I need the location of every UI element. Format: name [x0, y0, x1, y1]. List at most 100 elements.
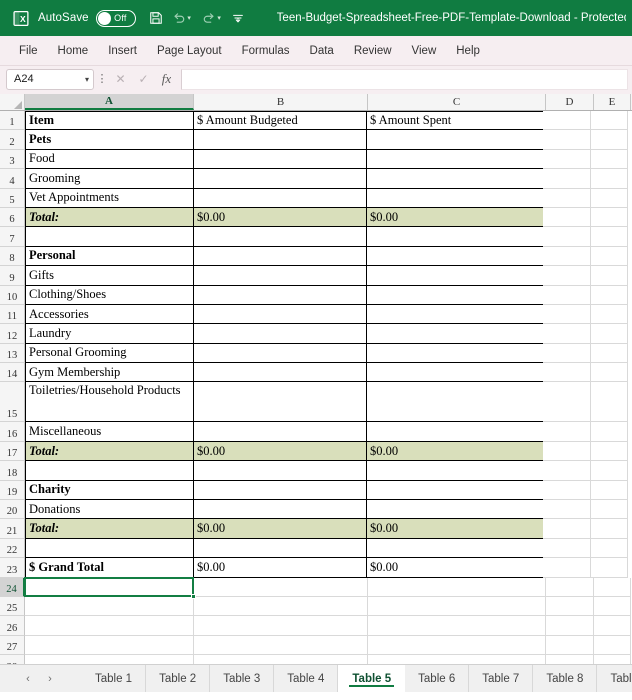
cell-A23[interactable]: $ Grand Total — [25, 558, 194, 578]
cell-E14[interactable] — [591, 363, 628, 383]
cell-E23[interactable] — [591, 558, 628, 578]
cell-A3[interactable]: Food — [25, 149, 194, 170]
row-header-15[interactable]: 15 — [0, 382, 25, 423]
next-sheet-icon[interactable]: › — [40, 669, 60, 689]
cell-D10[interactable] — [543, 285, 591, 305]
cell-E20[interactable] — [591, 500, 628, 520]
cancel-entry-icon[interactable]: ✕ — [110, 69, 131, 90]
cell-B28[interactable] — [194, 655, 368, 664]
cell-A19[interactable]: Charity — [25, 480, 194, 501]
cell-E7[interactable] — [591, 227, 628, 247]
row-header-19[interactable]: 19 — [0, 480, 25, 501]
cell-B20[interactable] — [193, 500, 367, 520]
cell-D12[interactable] — [543, 324, 591, 344]
row-header-9[interactable]: 9 — [0, 266, 25, 286]
row-header-14[interactable]: 14 — [0, 363, 25, 383]
autosave-toggle[interactable]: Off — [95, 9, 136, 27]
row-header-21[interactable]: 21 — [0, 519, 25, 539]
cell-E6[interactable] — [591, 207, 628, 228]
cell-A17[interactable]: Total: — [25, 441, 194, 462]
ribbon-tab-home[interactable]: Home — [49, 41, 98, 61]
cell-E9[interactable] — [591, 266, 628, 286]
ribbon-tab-formulas[interactable]: Formulas — [233, 41, 299, 61]
confirm-entry-icon[interactable]: ✓ — [133, 69, 154, 90]
cell-B10[interactable] — [193, 285, 367, 305]
row-header-1[interactable]: 1 — [0, 111, 25, 131]
cell-C12[interactable] — [366, 324, 544, 344]
cell-B16[interactable] — [193, 422, 367, 442]
cell-D28[interactable] — [546, 655, 594, 664]
cell-B6[interactable]: $0.00 — [193, 207, 367, 228]
cell-E19[interactable] — [591, 480, 628, 501]
cell-D9[interactable] — [543, 266, 591, 286]
cell-C14[interactable] — [366, 363, 544, 383]
cell-A26[interactable] — [25, 616, 194, 636]
cell-D5[interactable] — [543, 188, 591, 208]
row-header-7[interactable]: 7 — [0, 227, 25, 247]
spreadsheet-grid[interactable]: A B C D E 1 Item $ Amount Budgeted $ Amount… — [0, 94, 632, 664]
redo-icon[interactable]: ▾ — [197, 6, 227, 30]
cell-B19[interactable] — [193, 480, 367, 501]
cell-C26[interactable] — [368, 616, 546, 636]
row-header-18[interactable]: 18 — [0, 461, 25, 481]
cell-E26[interactable] — [594, 616, 631, 636]
cell-D11[interactable] — [543, 304, 591, 325]
fill-handle[interactable] — [191, 594, 196, 600]
cell-C11[interactable] — [366, 304, 544, 325]
cell-C5[interactable] — [366, 188, 544, 208]
cell-C7[interactable] — [366, 227, 544, 247]
row-header-2[interactable]: 2 — [0, 130, 25, 150]
cell-E13[interactable] — [591, 343, 628, 364]
row-header-10[interactable]: 10 — [0, 285, 25, 305]
sheet-tab-table-5[interactable]: Table 5 — [338, 665, 406, 692]
cell-D19[interactable] — [543, 480, 591, 501]
cell-B18[interactable] — [193, 461, 367, 481]
cell-E25[interactable] — [594, 596, 631, 617]
cell-D17[interactable] — [543, 441, 591, 462]
cell-C23[interactable]: $0.00 — [366, 558, 544, 578]
cell-C18[interactable] — [366, 461, 544, 481]
cell-A18[interactable] — [25, 461, 194, 481]
cell-D1[interactable] — [543, 111, 591, 131]
ribbon-tab-help[interactable]: Help — [447, 41, 489, 61]
row-header-4[interactable]: 4 — [0, 169, 25, 189]
cell-D16[interactable] — [543, 422, 591, 442]
chevron-down-icon[interactable]: ▾ — [85, 75, 89, 84]
cell-A5[interactable]: Vet Appointments — [25, 188, 194, 208]
row-header-17[interactable]: 17 — [0, 441, 25, 462]
cell-E27[interactable] — [594, 635, 631, 656]
ribbon-tab-review[interactable]: Review — [345, 41, 401, 61]
save-icon[interactable] — [145, 6, 167, 30]
cell-C24[interactable] — [368, 577, 546, 597]
cell-E5[interactable] — [591, 188, 628, 208]
column-header-e[interactable]: E — [594, 94, 631, 110]
cell-D3[interactable] — [543, 149, 591, 170]
cell-E28[interactable] — [594, 655, 631, 664]
cell-A1[interactable]: Item — [25, 111, 194, 131]
ribbon-tab-data[interactable]: Data — [301, 41, 343, 61]
cell-A15[interactable]: Toiletries/Household Products — [25, 382, 194, 423]
cell-E17[interactable] — [591, 441, 628, 462]
cell-D8[interactable] — [543, 246, 591, 267]
cell-D4[interactable] — [543, 169, 591, 189]
sheet-tab-table-1[interactable]: Table 1 — [82, 665, 147, 692]
cell-A12[interactable]: Laundry — [25, 324, 194, 344]
row-header-3[interactable]: 3 — [0, 149, 25, 170]
cell-B4[interactable] — [193, 169, 367, 189]
cell-C13[interactable] — [366, 343, 544, 364]
customize-quick-access-toolbar-icon[interactable] — [227, 6, 249, 30]
row-header-12[interactable]: 12 — [0, 324, 25, 344]
cell-E16[interactable] — [591, 422, 628, 442]
more-options-icon[interactable]: ⋮ — [96, 73, 108, 85]
cell-D20[interactable] — [543, 500, 591, 520]
cell-E11[interactable] — [591, 304, 628, 325]
cell-D6[interactable] — [543, 207, 591, 228]
cell-C3[interactable] — [366, 149, 544, 170]
cell-C9[interactable] — [366, 266, 544, 286]
cell-D18[interactable] — [543, 461, 591, 481]
sheet-tab-table-7[interactable]: Table 7 — [469, 665, 534, 692]
cell-D13[interactable] — [543, 343, 591, 364]
row-header-5[interactable]: 5 — [0, 188, 25, 208]
cell-C4[interactable] — [366, 169, 544, 189]
cell-A20[interactable]: Donations — [25, 500, 194, 520]
